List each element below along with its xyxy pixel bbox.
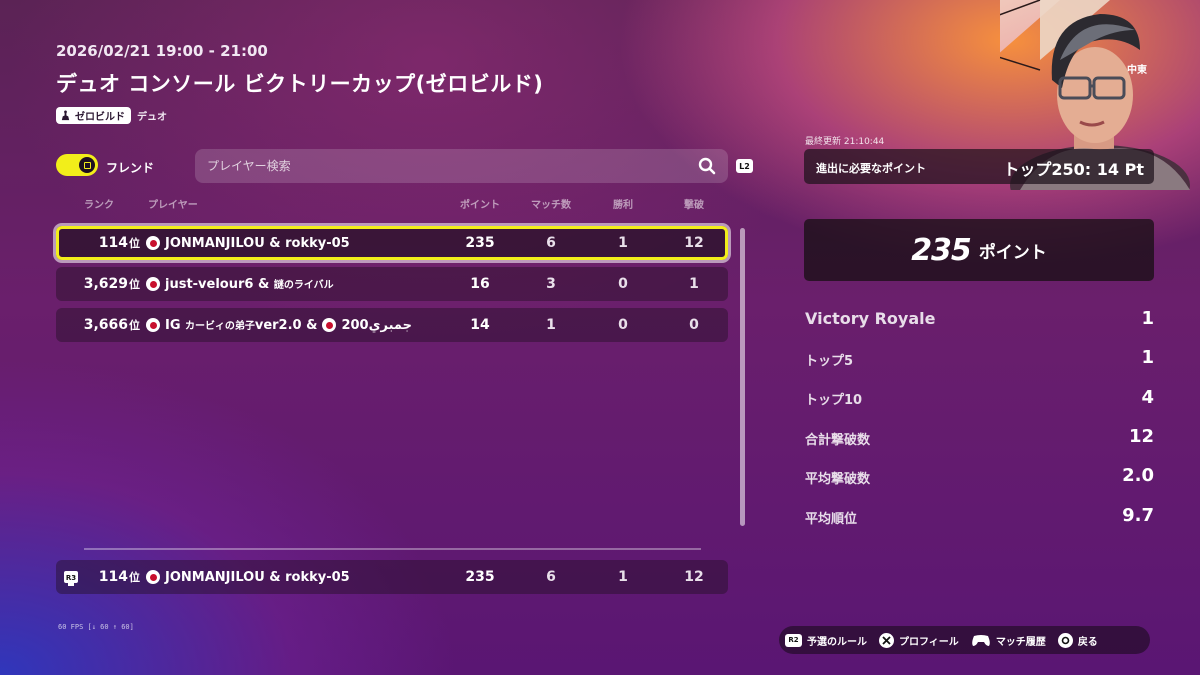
kills-cell: 0 (689, 317, 699, 333)
mode-badge: ゼロビルド (56, 107, 131, 124)
total-points-box: 235 ポイント (804, 219, 1154, 281)
divider (84, 548, 701, 550)
l2-button-hint: L2 (736, 159, 753, 173)
stat-total-kills-value: 12 (1128, 426, 1154, 447)
event-date: 2026/02/21 19:00 - 21:00 (56, 42, 268, 60)
stat-top5-value: 1 (1141, 347, 1154, 368)
table-row[interactable]: 114 位 JONMANJILOU & rokky-05 235 6 1 12 (56, 226, 728, 260)
stat-avg-placement-value: 9.7 (1122, 505, 1154, 526)
search-icon[interactable] (698, 157, 716, 175)
last-updated: 最終更新 21:10:44 (805, 137, 885, 147)
total-points-label: ポイント (978, 242, 1047, 263)
player-cell: just-velour6 & 謎のライバル (146, 267, 334, 301)
wins-cell: 1 (618, 569, 628, 585)
hint-rules-label: 予選のルール (807, 636, 867, 648)
page-title: デュオ コンソール ビクトリーカップ(ゼロビルド) (56, 72, 544, 96)
hint-match-history[interactable]: マッチ履歴 (971, 633, 1046, 648)
hint-profile-label: プロフィール (899, 636, 959, 648)
stat-victory-royale-value: 1 (1141, 308, 1154, 329)
hint-match-history-label: マッチ履歴 (995, 636, 1046, 648)
search-input[interactable] (207, 159, 677, 173)
region-label: 中東 (1127, 65, 1147, 76)
hint-back[interactable]: 戻る (1057, 632, 1098, 648)
points-cell: 235 (465, 235, 495, 251)
kills-cell: 12 (684, 569, 704, 585)
hint-rules[interactable]: R2 予選のルール (785, 633, 867, 648)
kills-cell: 1 (689, 276, 699, 292)
fps-counter: 60 FPS [↓ 60 ↑ 60] (58, 623, 134, 631)
mode-badge-label: ゼロビルド (75, 112, 125, 123)
stat-avg-placement-label: 平均順位 (805, 512, 858, 527)
points-cell: 235 (465, 569, 495, 585)
r3-label: R3 (66, 574, 76, 582)
matches-cell: 1 (546, 317, 556, 333)
stat-victory-royale-label: Victory Royale (805, 309, 936, 328)
self-row[interactable]: 114 位 JONMANJILOU & rokky-05 235 6 1 12 (56, 560, 728, 594)
japan-flag-icon (146, 570, 160, 584)
japan-flag-icon (146, 318, 160, 332)
stat-total-kills-label: 合計撃破数 (805, 433, 871, 448)
points-cell: 16 (470, 276, 490, 292)
rank-cell: 3,666 位 (83, 317, 140, 333)
japan-flag-icon (146, 236, 160, 250)
button-hints-bar: R2 予選のルール プロフィール マッチ履歴 戻る (779, 626, 1150, 654)
table-row[interactable]: 3,666 位 IG カービィの弟子ver2.0 & 200جمبري 14 1 … (56, 308, 728, 342)
wins-cell: 0 (618, 317, 628, 333)
rank-cell: 114 位 (98, 235, 140, 251)
column-kills: 撃破 (684, 200, 704, 211)
stat-top10-value: 4 (1141, 387, 1154, 408)
japan-flag-icon (146, 277, 160, 291)
cross-icon (879, 632, 894, 648)
qualify-box: 進出に必要なポイント トップ250: 14 Pt (804, 149, 1154, 184)
rank-cell: 3,629 位 (83, 276, 140, 292)
stat-avg-kills-value: 2.0 (1122, 465, 1154, 486)
friend-toggle-label: フレンド (106, 161, 155, 175)
qualify-label: 進出に必要なポイント (816, 162, 926, 175)
table-row[interactable]: 3,629 位 just-velour6 & 謎のライバル 16 3 0 1 (56, 267, 728, 301)
matches-cell: 6 (546, 569, 556, 585)
r2-button-icon: R2 (785, 633, 802, 647)
player-cell: IG カービィの弟子ver2.0 & 200جمبري (146, 308, 412, 342)
matches-cell: 6 (546, 235, 556, 251)
column-wins: 勝利 (613, 200, 633, 211)
column-matches: マッチ数 (531, 200, 571, 211)
toggle-knob (79, 157, 95, 173)
column-player: プレイヤー (148, 200, 198, 211)
friend-toggle[interactable] (56, 154, 98, 176)
player-cell: JONMANJILOU & rokky-05 (146, 560, 350, 594)
scrollbar[interactable] (740, 228, 745, 526)
wins-cell: 0 (618, 276, 628, 292)
stat-top10-label: トップ10 (805, 393, 863, 408)
hint-profile[interactable]: プロフィール (879, 632, 959, 648)
kills-cell: 12 (684, 235, 704, 251)
hint-back-label: 戻る (1077, 636, 1098, 648)
stat-avg-kills-label: 平均撃破数 (805, 472, 871, 487)
circle-icon (1057, 632, 1073, 648)
wins-cell: 1 (618, 235, 628, 251)
r3-button-icon: R3 (64, 571, 78, 586)
qualify-value: トップ250: 14 Pt (1003, 160, 1144, 179)
player-search[interactable] (195, 149, 728, 183)
zero-build-icon (61, 110, 70, 121)
total-points: 235 (911, 232, 972, 268)
gamepad-icon (972, 634, 990, 646)
column-rank: ランク (84, 200, 114, 211)
column-points: ポイント (460, 200, 500, 211)
matches-cell: 3 (546, 276, 556, 292)
player-cell: JONMANJILOU & rokky-05 (146, 229, 350, 257)
mode-row: ゼロビルド デュオ (56, 107, 167, 124)
japan-flag-icon (322, 318, 337, 332)
mode-text: デュオ (137, 112, 167, 123)
points-cell: 14 (470, 317, 490, 333)
stat-top5-label: トップ5 (805, 354, 854, 369)
